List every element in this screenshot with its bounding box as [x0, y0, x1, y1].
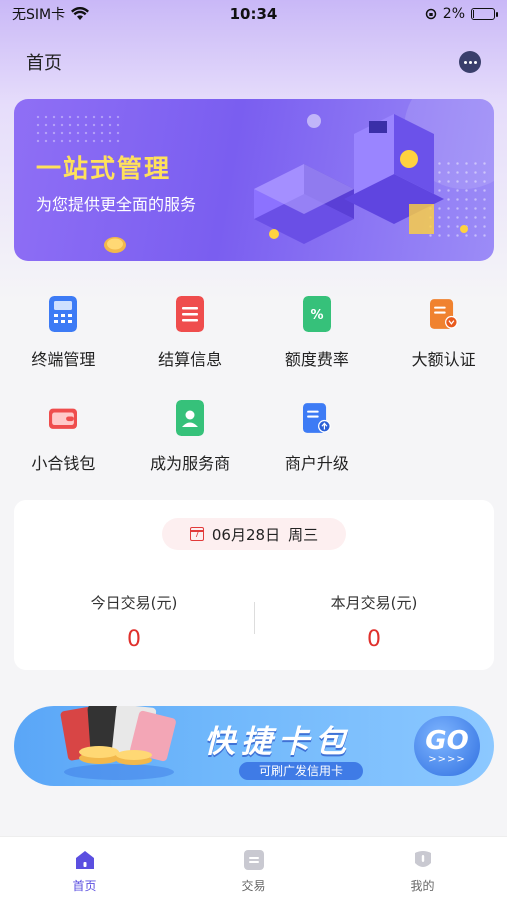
grid-item-label: 结算信息 [158, 350, 223, 369]
grid-item-terminal[interactable]: 终端管理 [0, 290, 127, 394]
promo-banner[interactable]: 一站式管理 为您提供更全面的服务 [14, 99, 494, 261]
grid-item-settlement[interactable]: 结算信息 [127, 290, 254, 394]
go-arrows: >>>> [428, 753, 466, 765]
grid-item-certify[interactable]: 大额认证 [380, 290, 507, 394]
month-label: 本月交易(元) [330, 594, 418, 612]
quick-card-wallet-banner[interactable]: 快捷卡包 可刷广发信用卡 GO >>>> [14, 706, 494, 786]
grid-item-upgrade[interactable]: 商户升级 [254, 394, 381, 498]
credit-cards-illustration [60, 706, 176, 780]
tab-label: 首页 [72, 879, 97, 893]
svg-text:%: % [310, 308, 323, 323]
rate-icon: % [302, 296, 331, 332]
month-stat: 本月交易(元) 0 [254, 592, 494, 652]
wallet-icon [49, 408, 78, 429]
battery-level [473, 10, 474, 18]
page-title: 首页 [26, 53, 62, 74]
date-text: 06月28日 [211, 525, 281, 544]
tab-transaction[interactable]: 交易 [169, 837, 338, 900]
terminal-icon [49, 296, 78, 332]
banner-subtitle: 为您提供更全面的服务 [36, 195, 197, 214]
settlement-icon [176, 296, 205, 332]
wallet-subtitle: 可刷广发信用卡 [239, 762, 363, 780]
transaction-icon [243, 850, 264, 870]
tab-label: 我的 [410, 879, 435, 893]
wifi-icon [71, 7, 90, 20]
tab-home[interactable]: 首页 [0, 837, 169, 900]
battery-icon [471, 8, 498, 20]
grid-item-rate[interactable]: % 额度费率 [254, 290, 381, 394]
certify-icon [429, 299, 458, 329]
tab-label: 交易 [241, 879, 266, 893]
grid-item-wallet[interactable]: 小合钱包 [0, 394, 127, 498]
carrier-label: 无SIM卡 [12, 7, 66, 23]
isometric-city-illustration [254, 114, 468, 244]
status-bar: 无SIM卡 10:34 2% [0, 0, 507, 28]
date-pill: 7 06月28日 周三 [162, 518, 346, 550]
transaction-summary-card: 7 06月28日 周三 今日交易(元) 0 本月交易(元) 0 [14, 500, 494, 670]
wallet-title: 快捷卡包 [204, 724, 352, 760]
today-value: 0 [127, 627, 141, 652]
grid-item-label: 终端管理 [31, 350, 96, 369]
chat-bubble-icon[interactable] [459, 51, 481, 73]
grid-item-label: 大额认证 [411, 350, 476, 369]
go-button[interactable]: GO >>>> [414, 716, 480, 776]
calendar-day: 7 [194, 530, 200, 539]
grid-item-label: 额度费率 [284, 350, 349, 369]
month-value: 0 [367, 627, 381, 652]
grid-item-provider[interactable]: 成为服务商 [127, 394, 254, 498]
go-label: GO [425, 725, 469, 756]
banner-title: 一站式管理 [36, 154, 172, 183]
grid-item-label: 成为服务商 [150, 454, 231, 473]
banner-dots [34, 113, 124, 143]
function-grid: 终端管理 结算信息 % 额度费率 大额认证 小合钱包 成为服务商 商户升级 [0, 290, 507, 498]
grid-item-label: 小合钱包 [31, 454, 96, 473]
upgrade-icon [302, 403, 331, 433]
coin-icon [104, 237, 126, 253]
battery-percent: 2% [442, 6, 465, 22]
home-icon [75, 851, 94, 869]
tab-profile[interactable]: 我的 [338, 837, 507, 900]
today-label: 今日交易(元) [90, 594, 178, 612]
rotation-lock-icon [425, 8, 437, 20]
grid-item-label: 商户升级 [284, 454, 349, 473]
today-stat: 今日交易(元) 0 [14, 592, 254, 652]
calendar-icon: 7 [189, 527, 204, 541]
profile-icon [414, 851, 431, 867]
weekday-text: 周三 [288, 525, 319, 544]
provider-icon [176, 400, 205, 436]
nav-bar: 首页 [0, 40, 507, 84]
tab-bar: 首页 交易 我的 [0, 836, 507, 900]
